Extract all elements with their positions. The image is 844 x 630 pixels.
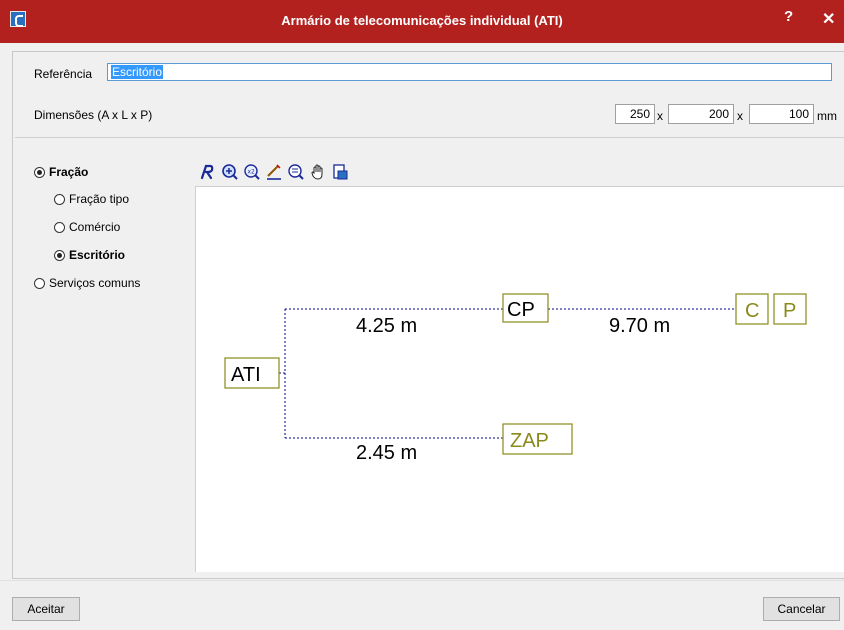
distance-ati-zap: 2.45 m <box>356 442 417 464</box>
radio-circle <box>54 193 65 205</box>
diagram-toolbar: x2 <box>198 162 350 184</box>
radio-fracao-tipo[interactable]: Fração tipo <box>54 192 129 206</box>
unit-label: mm <box>817 109 837 123</box>
title-bar: Armário de telecomunicações individual (… <box>0 0 844 43</box>
radio-circle <box>34 166 45 178</box>
dim-x-separator: x <box>657 109 663 123</box>
referencia-input[interactable]: Escritório <box>107 63 832 81</box>
largura-input[interactable]: 200 <box>668 104 734 124</box>
diagram-svg: ATI CP C P ZAP 4.25 m 9.70 m 2.45 m <box>224 293 807 464</box>
radio-fracao[interactable]: Fração <box>34 165 88 179</box>
footer-divider <box>0 580 844 581</box>
diagram-canvas[interactable]: ATI CP C P ZAP 4.25 m 9.70 m 2.45 m <box>195 186 844 572</box>
dimensoes-label: Dimensões (A x L x P) <box>34 108 153 122</box>
redraw-icon[interactable] <box>198 162 218 182</box>
pan-hand-icon[interactable] <box>308 162 328 182</box>
radio-circle <box>54 221 65 233</box>
radio-servicos-comuns[interactable]: Serviços comuns <box>34 276 140 290</box>
radio-escritorio-label: Escritório <box>69 248 126 262</box>
radio-fracao-tipo-label: Fração tipo <box>69 192 130 206</box>
window-title: Armário de telecomunicações individual (… <box>281 13 563 28</box>
cancelar-button[interactable]: Cancelar <box>763 597 840 621</box>
svg-text:x2: x2 <box>248 169 256 176</box>
dim-x-separator: x <box>737 109 743 123</box>
print-icon[interactable] <box>330 162 350 182</box>
zoom-window-icon[interactable] <box>220 162 240 182</box>
radio-comercio-label: Comércio <box>69 220 121 234</box>
distance-cp-c: 9.70 m <box>609 315 670 337</box>
close-button[interactable]: ✕ <box>822 9 835 29</box>
measure-icon[interactable] <box>264 162 284 182</box>
node-c-label: C <box>745 300 759 322</box>
radio-fracao-label: Fração <box>49 165 89 179</box>
referencia-label: Referência <box>34 67 93 81</box>
distance-ati-cp: 4.25 m <box>356 315 417 337</box>
node-p-label: P <box>783 300 796 322</box>
node-ati-label: ATI <box>231 364 261 386</box>
help-button[interactable]: ? <box>784 8 793 25</box>
radio-comercio[interactable]: Comércio <box>54 220 120 234</box>
referencia-value: Escritório <box>111 65 164 79</box>
radio-circle <box>34 277 45 289</box>
radio-circle <box>54 249 65 261</box>
zoom-previous-icon[interactable] <box>286 162 306 182</box>
aceitar-button[interactable]: Aceitar <box>12 597 80 621</box>
zoom-all-icon[interactable]: x2 <box>242 162 262 182</box>
altura-input[interactable]: 250 <box>615 104 655 124</box>
node-zap-label: ZAP <box>510 430 549 452</box>
node-cp-label: CP <box>507 299 535 321</box>
divider <box>15 137 844 138</box>
profundidade-input[interactable]: 100 <box>749 104 814 124</box>
radio-servicos-comuns-label: Serviços comuns <box>49 276 141 290</box>
radio-escritorio[interactable]: Escritório <box>54 248 125 262</box>
